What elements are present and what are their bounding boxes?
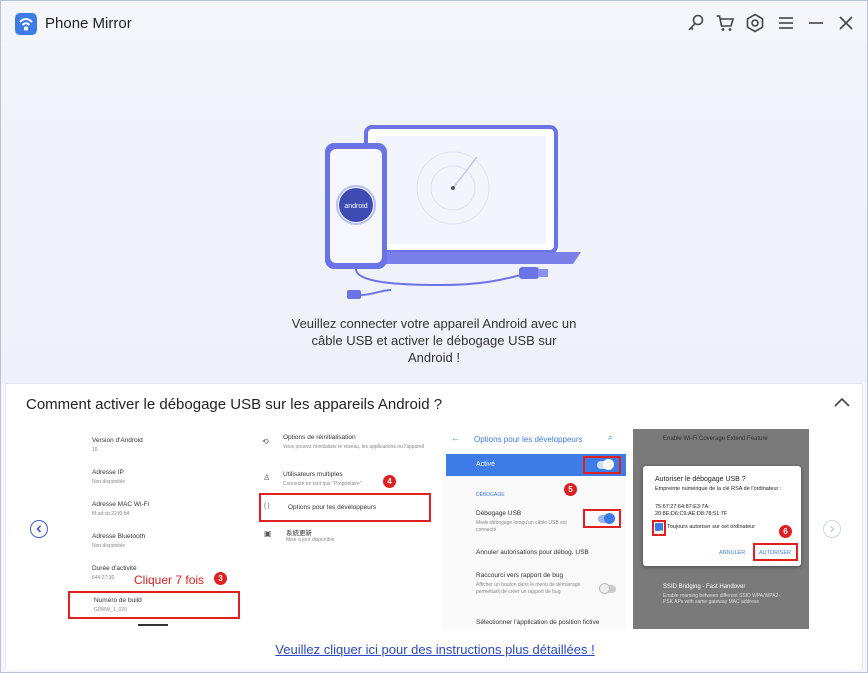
reset-icon: ⟲ — [262, 437, 269, 446]
step-badge: 4 — [383, 475, 396, 488]
allow-button[interactable]: AUTORISER — [759, 550, 791, 556]
developer-options-label: Options pour les développeurs — [288, 504, 377, 511]
phone-laptop-illustration: android — [325, 125, 581, 299]
always-allow-checkbox[interactable] — [655, 523, 663, 535]
code-icon: { } — [264, 503, 270, 509]
list-item-label: Version d'Android — [92, 437, 143, 444]
user-icon: ♙ — [263, 473, 271, 482]
search-key-icon[interactable] — [686, 13, 706, 33]
usb-debug-label: Débogage USB — [476, 510, 522, 517]
fingerprint-line-1: 75:67:27:64:87:E3:7A: — [655, 504, 710, 510]
build-number-value: G0WW_1_020 — [94, 607, 127, 613]
bug-report-toggle[interactable] — [599, 583, 616, 594]
search-icon[interactable]: ⌕ — [608, 433, 612, 443]
back-arrow-icon[interactable]: ← — [451, 433, 460, 443]
app-window: Phone Mirror android Veuillez connecter … — [0, 0, 868, 673]
guide-title: Comment activer le débogage USB sur les … — [26, 396, 443, 413]
list-item-label: Adresse IP — [92, 469, 124, 476]
instruction-line-1: Veuillez connecter votre appareil Androi… — [291, 316, 577, 331]
fingerprint-line-2: 20:8E:D6:C9:AE:D8:78:51:7F — [655, 511, 728, 517]
menu-icon[interactable] — [776, 13, 796, 33]
list-item-label: Utilisateurs multiples — [283, 471, 343, 478]
revoke-usb-auth[interactable]: Annuler autorisations pour débog. USB — [476, 549, 589, 556]
active-label: Activé — [476, 461, 496, 468]
background-setting: Enable Wi-Fi Coverage Extend Feature — [663, 436, 768, 442]
build-number-highlight[interactable] — [68, 591, 240, 619]
connection-hero: android Veuillez connecter votre apparei… — [1, 45, 867, 383]
always-allow-label: Toujours autoriser sur cet ordinateur — [667, 524, 756, 530]
instruction-line-3: Android ! — [407, 350, 461, 365]
detailed-instructions-link[interactable]: Veuillez cliquer ici pour des instructio… — [6, 642, 864, 657]
chevron-up-icon[interactable] — [832, 394, 852, 410]
debug-section-title: DÉBOGAGE — [476, 492, 505, 498]
list-item-label: 系統更新 — [286, 530, 312, 537]
step-badge: 6 — [779, 525, 792, 538]
bug-report-desc: Afficher un bouton dans le menu de démar… — [476, 582, 581, 595]
step-system-settings: ⟲ Options de réinitialisation Vous pouve… — [250, 429, 436, 629]
app-title: Phone Mirror — [45, 15, 132, 32]
step-badge: 5 — [564, 483, 577, 496]
dialog-title: Autoriser le débogage USB ? — [655, 476, 746, 483]
fingerprint-label: Empreinte numérique de la clé RSA de l'o… — [655, 486, 782, 492]
gear-icon[interactable] — [745, 13, 765, 33]
step-authorize-debugging: Enable Wi-Fi Coverage Extend Feature Aut… — [633, 429, 809, 629]
prev-arrow-icon[interactable] — [30, 520, 48, 538]
list-item-value: f8:ad:cb:22:f0:b4 — [92, 511, 130, 517]
list-item-value: 10 — [92, 447, 98, 453]
usb-debug-desc: Mode débogage lorsqu'un câble USB est co… — [476, 520, 567, 533]
usb-debug-guide: Comment activer le débogage USB sur les … — [5, 383, 863, 670]
background-setting-desc: Enable roaming between different SSID WP… — [663, 593, 780, 605]
step-developer-options: ← Options pour les développeurs ⌕ Activé… — [442, 429, 626, 629]
bug-report-label: Raccourci vers rapport de bug — [476, 572, 564, 579]
list-item-label: Durée d'activité — [92, 565, 137, 572]
usb-debug-toggle[interactable] — [598, 513, 615, 524]
app-logo-icon — [15, 13, 37, 35]
android-label: android — [344, 203, 367, 210]
cancel-button[interactable]: ANNULER — [719, 550, 745, 556]
click-hint: Cliquer 7 fois — [134, 573, 205, 587]
home-indicator — [138, 624, 168, 626]
list-item-label: Options de réinitialisation — [283, 434, 356, 441]
minimize-icon[interactable] — [806, 13, 826, 33]
next-arrow-icon[interactable] — [823, 520, 841, 538]
list-item-label: Adresse MAC Wi-Fi — [92, 501, 150, 508]
instruction-line-2: câble USB et activer le débogage USB sur — [311, 333, 557, 348]
phone-update-icon: ▣ — [264, 529, 272, 538]
cart-icon[interactable] — [715, 13, 735, 33]
list-item-value: 644:27:30 — [92, 575, 115, 581]
title-bar: Phone Mirror — [1, 1, 867, 45]
active-toggle[interactable] — [597, 459, 614, 470]
mock-location-label[interactable]: Sélectionner l'application de position f… — [476, 619, 599, 626]
list-item-value: Non disponible — [92, 543, 126, 549]
list-item-value: Connecté en tant que "Propriétaire" — [283, 481, 362, 487]
list-item-value: Non disponible — [92, 479, 126, 485]
list-item-value: Mise à jour disponible — [286, 537, 335, 543]
dev-header-title: Options pour les développeurs — [474, 435, 583, 444]
background-setting: SSID Bridging - Fast Handover — [663, 584, 746, 590]
step-about-phone: Version d'Android 10 Adresse IP Non disp… — [64, 429, 240, 629]
list-item-value: Vous pouvez réinitialiser le réseau, les… — [283, 444, 425, 450]
connection-instructions: Veuillez connecter votre appareil Androi… — [271, 315, 597, 366]
list-item-label: Adresse Bluetooth — [92, 533, 146, 540]
step-badge: 3 — [214, 572, 227, 585]
close-icon[interactable] — [836, 13, 856, 33]
build-number-label: Numéro de build — [94, 597, 142, 604]
